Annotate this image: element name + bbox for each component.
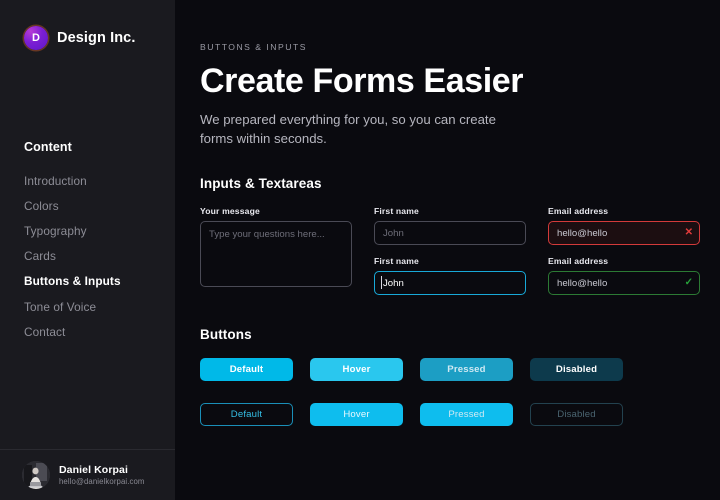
user-name: Daniel Korpai	[59, 464, 128, 476]
secondary-button-default[interactable]: Default	[200, 403, 293, 427]
primary-button-pressed[interactable]: Pressed	[420, 358, 513, 382]
nav-heading: Content	[24, 140, 72, 154]
field-label: First name	[374, 256, 419, 267]
sidebar: D Design Inc. Content Introduction Color…	[0, 0, 175, 500]
brand-avatar-icon: D	[24, 26, 48, 50]
first-name-input-focused[interactable]	[374, 271, 526, 296]
user-email: hello@danielkorpai.com	[59, 477, 145, 486]
first-name-input-default[interactable]	[374, 221, 526, 246]
primary-button-default[interactable]: Default	[200, 358, 293, 382]
sidebar-item-introduction[interactable]: Introduction	[24, 168, 175, 193]
sidebar-item-cards[interactable]: Cards	[24, 244, 175, 269]
sidebar-item-tone-of-voice[interactable]: Tone of Voice	[24, 294, 175, 319]
field-first-name-default: First name	[374, 206, 526, 246]
user-photo-avatar-icon	[22, 461, 50, 489]
field-your-message: Your message	[200, 206, 352, 295]
brand-name: Design Inc.	[57, 30, 136, 46]
primary-button-hover[interactable]: Hover	[310, 358, 403, 382]
field-first-name-focused: First name	[374, 256, 526, 296]
page-subtitle: We prepared everything for you, so you c…	[200, 112, 496, 147]
sidebar-item-buttons-and-inputs[interactable]: Buttons & Inputs	[24, 269, 175, 294]
secondary-button-hover[interactable]: Hover	[310, 403, 403, 427]
inputs-section: Inputs & Textareas First name Email addr…	[200, 176, 720, 296]
email-input-error[interactable]	[548, 221, 700, 246]
page-title: Create Forms Easier	[200, 62, 524, 100]
breadcrumb-eyebrow: BUTTONS & INPUTS	[200, 42, 307, 52]
brand[interactable]: D Design Inc.	[0, 0, 175, 50]
email-input-success[interactable]	[548, 271, 700, 296]
sidebar-nav: Content Introduction Colors Typography C…	[0, 140, 175, 344]
sidebar-item-typography[interactable]: Typography	[24, 218, 175, 243]
user-profile[interactable]: Daniel Korpai hello@danielkorpai.com	[0, 449, 175, 500]
field-label: Your message	[200, 206, 260, 217]
secondary-button-disabled: Disabled	[530, 403, 623, 427]
buttons-section: Buttons Default Hover Pressed Disabled D…	[200, 327, 720, 427]
inputs-section-title: Inputs & Textareas	[200, 176, 322, 192]
field-email-success: Email address ✓	[548, 256, 700, 296]
text-caret	[381, 276, 382, 290]
button-grid: Default Hover Pressed Disabled Default H…	[200, 358, 720, 427]
field-email-error: Email address ✕	[548, 206, 700, 246]
field-grid: First name Email address ✕ Your message	[200, 206, 720, 296]
field-label: Email address	[548, 256, 609, 267]
sidebar-item-contact[interactable]: Contact	[24, 319, 175, 344]
sidebar-item-colors[interactable]: Colors	[24, 193, 175, 218]
buttons-section-title: Buttons	[200, 327, 252, 343]
secondary-button-pressed[interactable]: Pressed	[420, 403, 513, 427]
primary-button-disabled: Disabled	[530, 358, 623, 382]
your-message-textarea[interactable]	[200, 221, 352, 288]
field-label: First name	[374, 206, 419, 217]
main-content: BUTTONS & INPUTS Create Forms Easier We …	[175, 0, 720, 500]
field-label: Email address	[548, 206, 609, 217]
